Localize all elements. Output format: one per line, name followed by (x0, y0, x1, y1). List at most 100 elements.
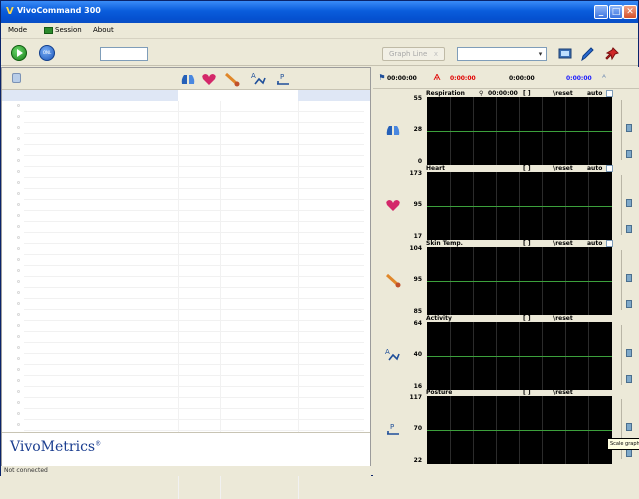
scale-slider[interactable] (626, 449, 632, 457)
chart-respiration: Respiration ⚲ 00:00:00 [ ] \reset auto 55 28 0 (373, 90, 639, 165)
table-row[interactable] (24, 210, 364, 211)
table-row[interactable] (24, 111, 364, 112)
heart-icon (386, 200, 400, 211)
scale-slider[interactable] (626, 124, 632, 132)
reset-button[interactable]: \reset (553, 240, 573, 247)
scale-slider[interactable] (626, 349, 632, 357)
table-row[interactable] (24, 265, 364, 266)
table-row[interactable] (24, 342, 364, 343)
reset-button[interactable]: \reset (553, 90, 573, 97)
table-row[interactable] (24, 419, 364, 420)
monitor-icon[interactable] (557, 46, 573, 62)
scale-slider[interactable] (626, 423, 632, 431)
lungs-icon[interactable] (179, 70, 197, 88)
reset-button[interactable]: \reset (553, 315, 573, 322)
toolbar-dropdown[interactable]: ▾ (457, 47, 547, 61)
menu-about[interactable]: About (93, 26, 114, 34)
scale-slider[interactable] (626, 375, 632, 383)
table-row[interactable] (24, 364, 364, 365)
table-row[interactable] (24, 133, 364, 134)
table-row[interactable] (24, 122, 364, 123)
table-row[interactable] (24, 232, 364, 233)
table-row[interactable] (24, 188, 364, 189)
y-tick-mid: 95 (413, 201, 422, 208)
menu-session[interactable]: Session (55, 26, 82, 34)
auto-checkbox[interactable] (606, 240, 613, 247)
play-button[interactable] (11, 45, 27, 61)
scale-slider[interactable] (626, 274, 632, 282)
row-indicator (17, 236, 20, 239)
table-row[interactable] (24, 353, 364, 354)
table-row[interactable] (24, 309, 364, 310)
table-row[interactable] (24, 397, 364, 398)
chart-brackets: [ ] (523, 165, 531, 172)
table-row[interactable] (24, 254, 364, 255)
chart-brackets: [ ] (523, 240, 531, 247)
scale-track (621, 100, 622, 160)
row-indicator (17, 159, 20, 162)
auto-checkbox[interactable] (606, 90, 613, 97)
table-row[interactable] (24, 375, 364, 376)
reset-button[interactable]: \reset (553, 165, 573, 172)
pushpin-icon[interactable] (604, 46, 620, 62)
table-row[interactable] (24, 144, 364, 145)
close-button[interactable]: ✕ (623, 5, 637, 19)
scale-slider[interactable] (626, 150, 632, 158)
scale-track (621, 325, 622, 385)
toolbar-input[interactable] (100, 47, 148, 61)
scale-slider[interactable] (626, 225, 632, 233)
scale-slider[interactable] (626, 300, 632, 308)
table-row[interactable] (24, 298, 364, 299)
table-row[interactable] (24, 243, 364, 244)
session-list-panel: A P VivoMetrics® (1, 67, 371, 499)
row-indicator (17, 280, 20, 283)
y-tick-max: 117 (409, 394, 422, 401)
activity-icon[interactable]: A (250, 70, 268, 88)
scale-tooltip: Scale graph (607, 438, 639, 450)
online-button[interactable]: ONL (39, 45, 55, 61)
scale-track (621, 250, 622, 310)
row-indicator (17, 390, 20, 393)
table-row[interactable] (24, 166, 364, 167)
row-indicator (17, 170, 20, 173)
svg-text:A: A (251, 72, 256, 80)
row-indicator (17, 302, 20, 305)
table-row[interactable] (24, 320, 364, 321)
graph-line-button[interactable]: Graph Line x (382, 47, 445, 61)
table-row[interactable] (24, 221, 364, 222)
menu-bar: Mode Session About (1, 23, 638, 39)
table-row[interactable] (24, 177, 364, 178)
table-row[interactable] (24, 331, 364, 332)
chart-title: Posture (426, 389, 453, 396)
chart-skin-temp: Skin Temp. [ ] \reset auto 104 95 85 (373, 240, 639, 315)
reset-button[interactable]: \reset (553, 389, 573, 396)
y-tick-mid: 95 (413, 276, 422, 283)
table-row[interactable] (24, 408, 364, 409)
table-row[interactable] (24, 287, 364, 288)
y-tick-mid: 28 (413, 126, 422, 133)
table-row[interactable] (24, 430, 364, 431)
maximize-button[interactable]: □ (609, 5, 623, 19)
selected-row[interactable] (2, 90, 370, 101)
auto-checkbox[interactable] (606, 165, 613, 172)
table-row[interactable] (24, 276, 364, 277)
y-tick-min: 0 (417, 158, 422, 165)
scale-slider[interactable] (626, 199, 632, 207)
y-tick-min: 22 (413, 457, 422, 464)
table-row[interactable] (24, 199, 364, 200)
clipboard-icon[interactable] (12, 73, 21, 83)
table-row[interactable] (24, 386, 364, 387)
menu-mode[interactable]: Mode (8, 26, 27, 34)
heart-icon[interactable] (200, 70, 218, 88)
title-bar[interactable]: V VivoCommand 300 _ □ ✕ (1, 1, 638, 23)
minimize-button[interactable]: _ (594, 5, 608, 19)
thermometer-icon[interactable] (223, 70, 241, 88)
chart-title: Skin Temp. (426, 240, 463, 247)
graph-line-label: Graph Line (389, 50, 428, 58)
row-indicator (17, 247, 20, 250)
selected-row-cell (178, 90, 298, 101)
status-bar: Not connected (1, 466, 371, 476)
posture-icon[interactable]: P (274, 70, 292, 88)
pen-icon[interactable] (579, 46, 595, 62)
table-row[interactable] (24, 155, 364, 156)
